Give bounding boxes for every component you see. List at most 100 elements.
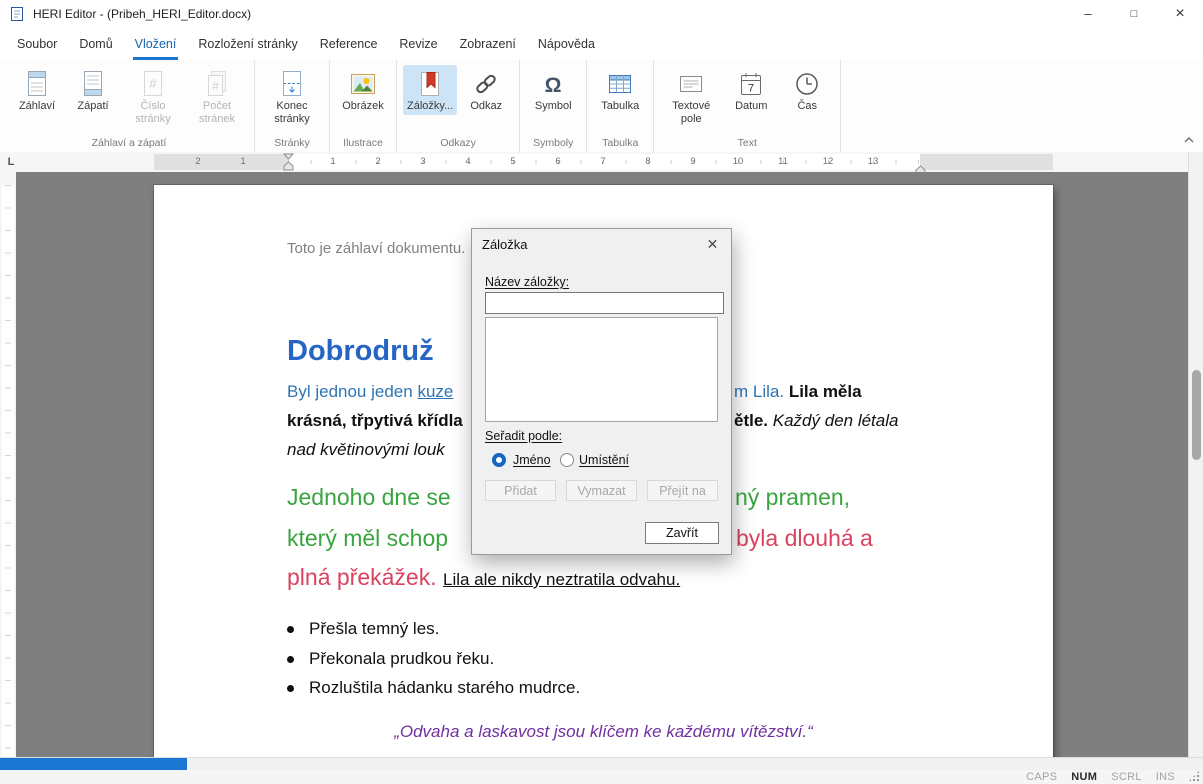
bookmark-icon [418,68,442,100]
tab-zobrazeni[interactable]: Zobrazení [449,27,527,60]
page-header-text: Toto je záhlaví dokumentu. [287,240,466,257]
list-item: Rozluštila hádanku starého mudrce. [287,678,580,698]
ruler-number: 10 [732,156,744,167]
tab-soubor[interactable]: Soubor [6,27,68,60]
paragraph-line: Byl jednou jeden kuze [287,382,454,401]
ribbon-group-links: Záložky... Odkaz Odkazy [397,60,521,152]
link-icon [473,68,499,100]
button-label: Konec stránky [274,100,310,125]
tab-domu[interactable]: Domů [68,27,123,60]
omega-icon: Ω [540,68,566,100]
ribbon-collapse-button[interactable] [1181,134,1197,146]
ribbon-group-table: Tabulka Tabulka [587,60,655,152]
goto-bookmark-button[interactable]: Přejít na [647,480,718,501]
text-box-icon [678,68,704,100]
ribbon-group-label: Text [737,137,757,149]
paragraph-line: ětle. Každý den létala [734,411,899,430]
picture-button[interactable]: Obrázek [336,65,390,115]
add-bookmark-button[interactable]: Přidat [485,480,556,501]
symbol-button[interactable]: Ω Symbol [526,65,580,115]
footer-button[interactable]: Zápatí [66,65,120,115]
bookmark-list[interactable] [485,317,718,422]
paragraph-line: m Lila. Lila měla [734,382,862,401]
svg-text:7: 7 [748,83,754,95]
bookmark-name-label: Název záložky: [485,275,570,289]
ruler-number: 13 [867,156,879,167]
close-dialog-button[interactable]: Zavřít [645,522,719,544]
page-number-button[interactable]: # Číslo stránky [122,65,184,128]
tab-reference[interactable]: Reference [309,27,389,60]
horizontal-scrollbar[interactable] [0,757,1203,771]
ribbon-group-label: Odkazy [440,137,476,149]
table-button[interactable]: Tabulka [593,65,647,115]
maximize-button[interactable]: □ [1111,0,1157,27]
ribbon-group-header-footer: Záhlaví Zápatí # Číslo stránky # Počet s… [4,60,255,152]
ruler-right-margin [920,154,1053,170]
bookmarks-button[interactable]: Záložky... [403,65,458,115]
delete-bookmark-button[interactable]: Vymazat [566,480,637,501]
paragraph-line: byla dlouhá a [736,525,873,551]
ruler-row: L 2 1 1 2 3 4 5 6 7 8 9 10 11 12 13 [0,152,1188,172]
radio-sort-location[interactable] [560,453,574,467]
minimize-button[interactable]: – [1065,0,1111,27]
caps-indicator: CAPS [1026,771,1058,783]
page-break-icon [280,68,304,100]
indent-marker-right[interactable] [915,161,926,172]
link-button[interactable]: Odkaz [459,65,513,115]
radio-sort-location-label[interactable]: Umístění [579,453,629,467]
titlebar: HERI Editor - (Pribeh_HERI_Editor.docx) … [0,0,1203,27]
vertical-scrollbar-thumb[interactable] [1192,370,1201,460]
ribbon-group-symbols: Ω Symbol Symboly [520,60,588,152]
ins-indicator: INS [1155,771,1175,783]
paragraph-line: ný pramen, [735,484,851,510]
ruler-number: 11 [778,156,788,167]
calendar-icon: 7 [738,68,764,100]
paragraph-line: nad květinovými louk [287,440,445,459]
tab-rozlozeni-stranky[interactable]: Rozložení stránky [187,27,308,60]
ruler-number: 9 [690,156,696,167]
page-count-icon: # [205,68,229,100]
date-button[interactable]: 7 Datum [724,65,778,115]
tab-stop-selector[interactable]: L [0,152,22,172]
radio-sort-name-label[interactable]: Jméno [513,453,551,467]
ruler-number: 6 [555,156,561,167]
button-label: Tabulka [601,100,640,112]
tab-revize[interactable]: Revize [388,27,448,60]
time-button[interactable]: Čas [780,65,834,115]
ruler-number: 2 [375,156,381,167]
radio-sort-name[interactable] [492,453,506,467]
button-label: Obrázek [342,100,384,112]
vertical-ruler [0,172,16,757]
list-item: Přešla temný les. [287,619,439,639]
ruler-number: 1 [240,156,246,167]
indent-marker-left[interactable] [282,153,295,172]
page-count-button[interactable]: # Počet stránek [186,65,248,128]
tab-vlozeni[interactable]: Vložení [124,27,188,60]
ruler-number: 4 [465,156,471,167]
close-button[interactable]: × [1157,0,1203,27]
page-number-icon: # [141,68,165,100]
text-box-button[interactable]: Textové pole [660,65,722,128]
vertical-scrollbar[interactable] [1188,152,1203,757]
dialog-title: Záložka [482,237,528,252]
ruler-number: 8 [645,156,651,167]
header-button[interactable]: Záhlaví [10,65,64,115]
chevron-up-icon [1184,137,1194,143]
svg-text:Ω: Ω [545,74,562,97]
tab-napoveda[interactable]: Nápověda [527,27,606,60]
dialog-close-button[interactable]: ✕ [699,233,726,255]
bookmark-name-input[interactable] [485,292,724,314]
picture-icon [350,68,376,100]
ribbon-group-text: Textové pole 7 Datum Čas Text [654,60,842,152]
ribbon: Záhlaví Zápatí # Číslo stránky # Počet s… [0,60,1203,153]
page-break-button[interactable]: Konec stránky [261,65,323,128]
button-label: Symbol [534,100,572,112]
window-title: HERI Editor - (Pribeh_HERI_Editor.docx) [33,6,252,21]
ruler-number: 3 [420,156,426,167]
ribbon-group-label: Tabulka [602,137,639,149]
footer-icon [81,68,105,100]
status-bar: CAPS NUM SCRL INS [0,770,1203,784]
scrl-indicator: SCRL [1111,771,1142,783]
bullet-icon [287,655,294,663]
button-label: Číslo stránky [135,100,171,125]
